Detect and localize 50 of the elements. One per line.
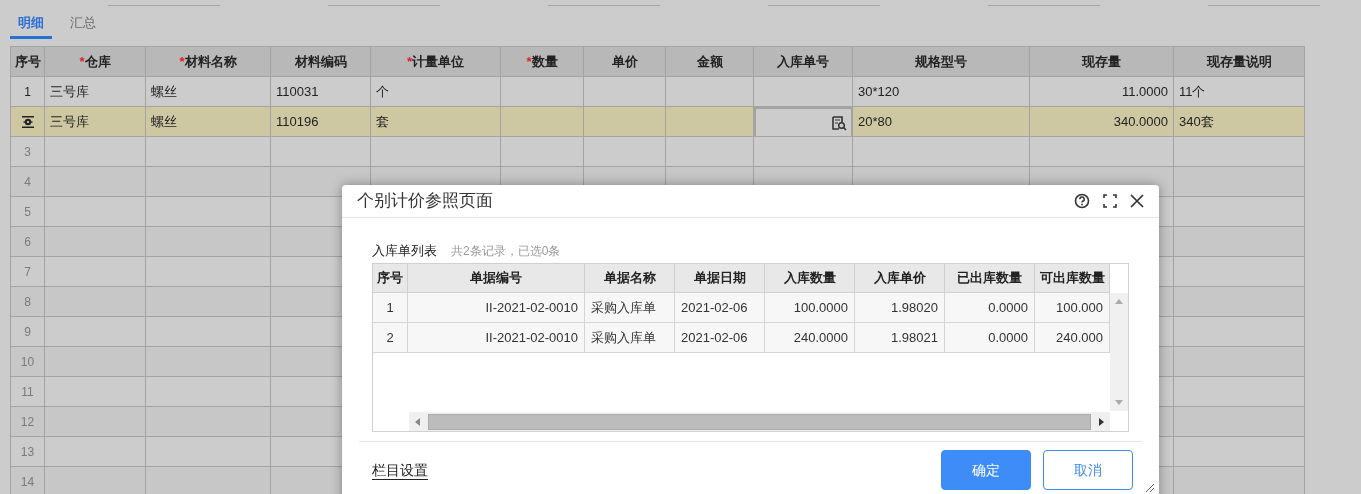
lookup-icon[interactable] [831,115,847,131]
table-cell: 2021-02-06 [675,323,765,353]
list-title: 入库单列表 [372,241,437,260]
row-number: 1 [24,83,31,101]
row-number: 4 [24,173,31,191]
table-cell: 240.0000 [765,323,855,353]
cancel-button[interactable]: 取消 [1043,450,1133,490]
table-cell: 采购入库单 [585,323,675,353]
resize-grip-icon[interactable] [1143,481,1155,493]
maximize-icon[interactable] [1103,194,1117,208]
close-icon[interactable] [1130,194,1144,208]
table-row[interactable]: 三号库 螺丝 110196 套 20*80 340.0000 340套 [11,107,1305,137]
row-number: 6 [24,233,31,251]
table-row[interactable]: 1 II-2021-02-0010 采购入库单 2021-02-06 100.0000 1.98020 0.0000 100.000 [373,293,1110,323]
row-number: 5 [24,203,31,221]
row-number: 9 [24,323,31,341]
scrollbar-thumb[interactable] [428,413,1091,430]
confirm-button[interactable]: 确定 [941,450,1031,490]
row-number: 14 [20,473,35,491]
row-number: 11 [21,383,34,401]
help-icon[interactable] [1074,193,1090,209]
scroll-right-icon[interactable] [1099,417,1104,426]
record-count: 共2条记录，已选0条 [451,243,561,260]
scroll-left-icon[interactable] [415,417,420,426]
tab[interactable]: 明细 [10,9,52,39]
table-cell: 1.98021 [855,323,945,353]
table-cell: II-2021-02-0010 [408,323,585,353]
required-mark: * [526,52,532,71]
row-number: 10 [20,353,35,371]
table-row[interactable]: 3 [11,137,1305,167]
row-settings-icon[interactable] [20,114,35,129]
vertical-scrollbar[interactable] [1110,293,1128,411]
tab[interactable]: 汇总 [62,9,104,39]
horizontal-scrollbar[interactable] [409,412,1110,431]
table-row[interactable]: 1 三号库 螺丝 110031 个 30*120 11.0000 11个 [11,77,1305,107]
table-cell: 0.0000 [945,323,1035,353]
required-mark: * [406,52,413,71]
required-mark: * [79,52,85,71]
row-number: 12 [20,413,35,431]
table-row[interactable]: 2 II-2021-02-0010 采购入库单 2021-02-06 240.0000 1.98021 0.0000 240.000 [373,323,1110,353]
required-mark: * [179,52,185,71]
scroll-down-icon[interactable] [1115,400,1123,405]
row-number: 3 [24,143,31,161]
lookup-field[interactable] [754,107,853,137]
scroll-up-icon[interactable] [1115,299,1123,304]
table-cell: 2 [373,323,408,353]
column-settings-link[interactable]: 栏目设置 [372,459,941,481]
row-number: 8 [24,293,31,311]
row-number: 13 [20,443,35,461]
row-number: 7 [24,263,31,281]
